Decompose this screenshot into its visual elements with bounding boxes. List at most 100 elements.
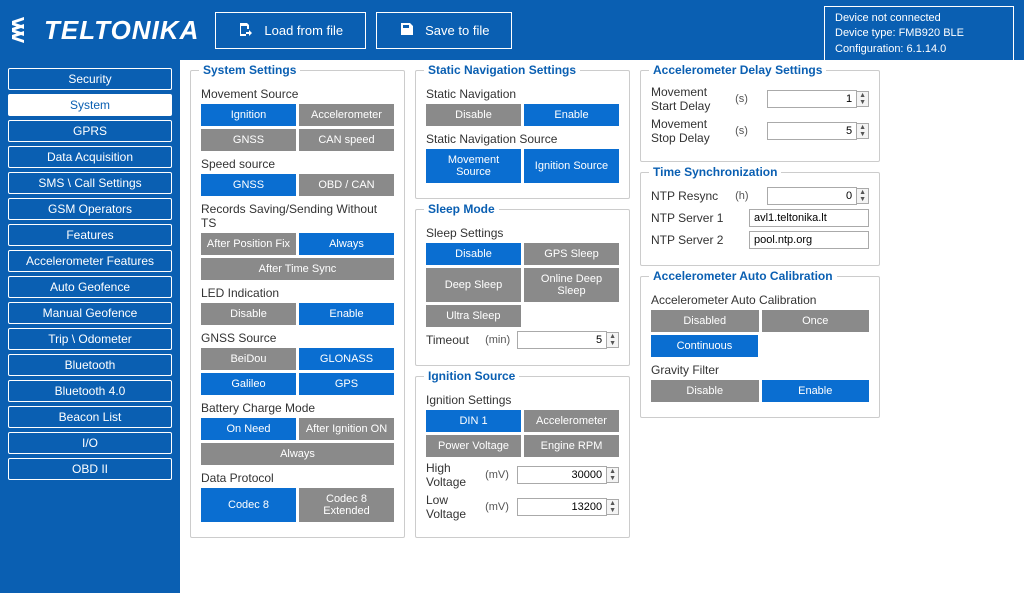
spinner-buttons[interactable]: ▲▼ — [857, 123, 869, 139]
sidebar-item-sms-call-settings[interactable]: SMS \ Call Settings — [8, 172, 172, 194]
sidebar-item-gsm-operators[interactable]: GSM Operators — [8, 198, 172, 220]
led-label: LED Indication — [201, 286, 394, 300]
panel-title: Accelerometer Auto Calibration — [649, 269, 837, 283]
logo-icon — [10, 17, 40, 43]
static-nav-source-label: Static Navigation Source — [426, 132, 619, 146]
device-status-line1: Device not connected — [835, 11, 1003, 26]
panel-title: Sleep Mode — [424, 202, 499, 216]
protocol-codec8[interactable]: Codec 8 — [201, 488, 296, 522]
save-label: Save to file — [425, 23, 489, 38]
sidebar-item-accelerometer-features[interactable]: Accelerometer Features — [8, 250, 172, 272]
sidebar-item-features[interactable]: Features — [8, 224, 172, 246]
sidebar-item-beacon-list[interactable]: Beacon List — [8, 406, 172, 428]
ntp-server2-input[interactable] — [749, 231, 869, 249]
gnss-galileo[interactable]: Galileo — [201, 373, 296, 395]
gravity-filter-label: Gravity Filter — [651, 363, 869, 377]
ignition-settings-label: Ignition Settings — [426, 393, 619, 407]
sidebar-item-manual-geofence[interactable]: Manual Geofence — [8, 302, 172, 324]
sleep-online-deep[interactable]: Online Deep Sleep — [524, 268, 619, 302]
sidebar-item-bluetooth-4-0[interactable]: Bluetooth 4.0 — [8, 380, 172, 402]
device-status-box: Device not connected Device type: FMB920… — [824, 6, 1014, 62]
spinner-buttons[interactable]: ▲▼ — [857, 91, 869, 107]
static-nav-source-movement[interactable]: Movement Source — [426, 149, 521, 183]
static-nav-enable[interactable]: Enable — [524, 104, 619, 126]
battery-on-need[interactable]: On Need — [201, 418, 296, 440]
sidebar-item-i-o[interactable]: I/O — [8, 432, 172, 454]
sidebar-item-data-acquisition[interactable]: Data Acquisition — [8, 146, 172, 168]
sidebar-item-security[interactable]: Security — [8, 68, 172, 90]
load-from-file-button[interactable]: Load from file — [215, 12, 366, 49]
content: System Settings Movement Source Ignition… — [180, 60, 1024, 593]
sidebar-item-gprs[interactable]: GPRS — [8, 120, 172, 142]
sidebar-item-trip-odometer[interactable]: Trip \ Odometer — [8, 328, 172, 350]
ignition-power-voltage[interactable]: Power Voltage — [426, 435, 521, 457]
panel-accelerometer-calibration: Accelerometer Auto Calibration Accelerom… — [640, 276, 880, 418]
movement-source-ignition[interactable]: Ignition — [201, 104, 296, 126]
sleep-deep[interactable]: Deep Sleep — [426, 268, 521, 302]
gravity-disable[interactable]: Disable — [651, 380, 759, 402]
gnss-beidou[interactable]: BeiDou — [201, 348, 296, 370]
ignition-accelerometer[interactable]: Accelerometer — [524, 410, 619, 432]
gnss-source-label: GNSS Source — [201, 331, 394, 345]
timeout-input[interactable] — [517, 331, 607, 349]
ntp-resync-unit: (h) — [735, 190, 763, 202]
low-voltage-input[interactable] — [517, 498, 607, 516]
led-enable[interactable]: Enable — [299, 303, 394, 325]
records-always[interactable]: Always — [299, 233, 394, 255]
accel-cal-continuous[interactable]: Continuous — [651, 335, 758, 357]
device-status-line2: Device type: FMB920 BLE — [835, 26, 1003, 41]
ntp-server2-label: NTP Server 2 — [651, 233, 745, 247]
movement-source-gnss[interactable]: GNSS — [201, 129, 296, 151]
movement-source-accelerometer[interactable]: Accelerometer — [299, 104, 394, 126]
battery-after-ignition[interactable]: After Ignition ON — [299, 418, 394, 440]
spinner-buttons[interactable]: ▲▼ — [607, 499, 619, 515]
gravity-enable[interactable]: Enable — [762, 380, 870, 402]
spinner-buttons[interactable]: ▲▼ — [857, 188, 869, 204]
panel-accelerometer-delay: Accelerometer Delay Settings Movement St… — [640, 70, 880, 162]
ntp-server1-input[interactable] — [749, 209, 869, 227]
sidebar-item-obd-ii[interactable]: OBD II — [8, 458, 172, 480]
ignition-din1[interactable]: DIN 1 — [426, 410, 521, 432]
static-nav-source-ignition[interactable]: Ignition Source — [524, 149, 619, 183]
records-after-time[interactable]: After Time Sync — [201, 258, 394, 280]
sleep-ultra[interactable]: Ultra Sleep — [426, 305, 521, 327]
accel-cal-once[interactable]: Once — [762, 310, 870, 332]
sidebar-item-bluetooth[interactable]: Bluetooth — [8, 354, 172, 376]
ntp-resync-input[interactable] — [767, 187, 857, 205]
accel-cal-disabled[interactable]: Disabled — [651, 310, 759, 332]
sleep-gps[interactable]: GPS Sleep — [524, 243, 619, 265]
static-nav-label: Static Navigation — [426, 87, 619, 101]
speed-source-gnss[interactable]: GNSS — [201, 174, 296, 196]
spinner-buttons[interactable]: ▲▼ — [607, 332, 619, 348]
records-after-position[interactable]: After Position Fix — [201, 233, 296, 255]
movement-stop-delay-input[interactable] — [767, 122, 857, 140]
sidebar-item-auto-geofence[interactable]: Auto Geofence — [8, 276, 172, 298]
timeout-unit: (min) — [485, 334, 513, 346]
gnss-glonass[interactable]: GLONASS — [299, 348, 394, 370]
movement-start-delay-input[interactable] — [767, 90, 857, 108]
movement-source-can-speed[interactable]: CAN speed — [299, 129, 394, 151]
file-load-icon — [238, 21, 254, 40]
protocol-codec8-extended[interactable]: Codec 8 Extended — [299, 488, 394, 522]
panel-title: Ignition Source — [424, 369, 519, 383]
battery-always[interactable]: Always — [201, 443, 394, 465]
logo: TELTONIKA — [10, 15, 199, 46]
sleep-disable[interactable]: Disable — [426, 243, 521, 265]
ignition-engine-rpm[interactable]: Engine RPM — [524, 435, 619, 457]
panel-title: Accelerometer Delay Settings — [649, 63, 826, 77]
led-disable[interactable]: Disable — [201, 303, 296, 325]
high-voltage-input[interactable] — [517, 466, 607, 484]
battery-label: Battery Charge Mode — [201, 401, 394, 415]
speed-source-obd-can[interactable]: OBD / CAN — [299, 174, 394, 196]
panel-system-settings: System Settings Movement Source Ignition… — [190, 70, 405, 538]
sidebar-item-system[interactable]: System — [8, 94, 172, 116]
save-to-file-button[interactable]: Save to file — [376, 12, 512, 49]
panel-time-sync: Time Synchronization NTP Resync (h) ▲▼ N… — [640, 172, 880, 266]
static-nav-disable[interactable]: Disable — [426, 104, 521, 126]
gnss-gps[interactable]: GPS — [299, 373, 394, 395]
file-save-icon — [399, 21, 415, 40]
accel-cal-label: Accelerometer Auto Calibration — [651, 293, 869, 307]
header: TELTONIKA Load from file Save to file De… — [0, 0, 1024, 60]
high-voltage-unit: (mV) — [485, 469, 513, 481]
spinner-buttons[interactable]: ▲▼ — [607, 467, 619, 483]
